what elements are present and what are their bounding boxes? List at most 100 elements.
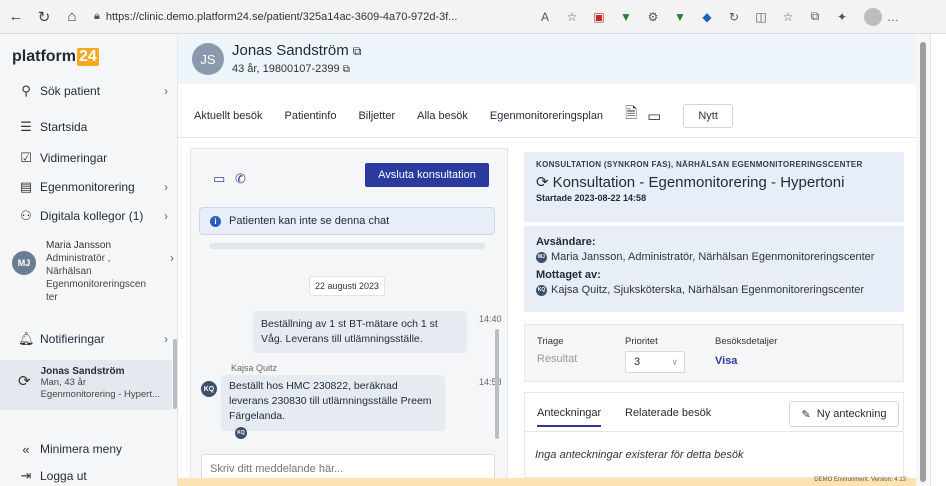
tab-aktuellt-besok[interactable]: Aktuellt besök <box>194 110 262 122</box>
back-icon[interactable]: ← <box>4 5 28 29</box>
favorites-icon[interactable]: ☆ <box>777 6 799 28</box>
chevron-down-icon: ∨ <box>671 356 678 367</box>
favorite-star-icon[interactable]: ☆ <box>561 6 583 28</box>
current-user[interactable]: MJ Maria Jansson Administratör , Närhäls… <box>12 239 174 325</box>
avatar: KQ <box>201 381 217 397</box>
sender-label: Avsändare: <box>536 236 596 248</box>
sidebar-item-vidimeringar[interactable]: ☑ Vidimeringar <box>0 147 178 169</box>
tab-anteckningar[interactable]: Anteckningar <box>537 407 602 427</box>
refresh-ext-icon[interactable]: ↻ <box>723 6 745 28</box>
sidebar-item-notifieringar[interactable]: 🔔︎ Notifieringar › <box>0 328 178 350</box>
chevron-right-icon: › <box>164 209 168 223</box>
sidebar: platform 24 ⚲ Sök patient › ☰ Startsida ☑… <box>0 34 178 486</box>
avatar: MJ <box>12 251 36 275</box>
tab-alla-besok[interactable]: Alla besök <box>417 110 468 122</box>
user-org-line2: Egenmonitoreringscen <box>46 279 147 290</box>
video-icon[interactable]: ▭ <box>647 107 661 125</box>
main-scrollbar-thumb[interactable] <box>920 42 926 482</box>
home-icon[interactable]: ⌂ <box>60 5 84 29</box>
chat-panel: ▭ ✆ Avsluta konsultation i Patienten kan… <box>190 148 508 486</box>
tab-relaterade-besok[interactable]: Relaterade besök <box>625 407 711 419</box>
extensions-icon[interactable]: ✦ <box>831 6 853 28</box>
sidebar-item-label: Startsida <box>40 120 88 134</box>
chat-notice: i Patienten kan inte se denna chat <box>199 207 495 235</box>
end-consultation-button[interactable]: Avsluta konsultation <box>365 163 489 187</box>
read-aloud-icon[interactable]: A <box>534 6 556 28</box>
extension-red-icon[interactable]: ▣ <box>588 6 610 28</box>
reload-icon[interactable]: ↻ <box>32 5 56 29</box>
patient-tabs: Aktuellt besök Patientinfo Biljetter All… <box>178 94 916 138</box>
profile-avatar[interactable] <box>864 7 882 26</box>
priority-label: Prioritet <box>625 336 658 347</box>
new-button[interactable]: Nytt <box>683 103 733 128</box>
priority-select[interactable]: 3 ∨ <box>625 351 685 373</box>
sidebar-item-digitala-kollegor[interactable]: ⚇ Digitala kollegor (1) › <box>0 205 178 227</box>
users-icon: ⚇ <box>20 208 32 223</box>
triage-value: Resultat <box>537 353 578 365</box>
logo-text: platform <box>12 48 76 65</box>
consultation-icon: ⟳ <box>536 174 549 191</box>
chat-scrollbar[interactable] <box>495 329 499 439</box>
copy-icon[interactable]: ⧉ <box>353 44 362 58</box>
active-patient-plan: Egenmonitorering - Hypert... <box>40 389 160 400</box>
demo-environment-bar: DEMO Environment. Version: 4.13 <box>178 477 916 486</box>
collections-icon[interactable]: ⧉ <box>804 6 826 28</box>
tab-patientinfo[interactable]: Patientinfo <box>284 110 336 122</box>
consultation-start: Startade 2023-08-22 14:58 <box>536 193 647 203</box>
logout-label: Logga ut <box>40 469 87 483</box>
logout-button[interactable]: ⇥ Logga ut <box>0 466 178 486</box>
show-details-link[interactable]: Visa <box>715 355 737 367</box>
user-details: Maria Jansson Administratör , Närhälsan … <box>46 239 146 325</box>
patient-name-text: Jonas Sandström <box>232 42 349 59</box>
patient-info: 43 år, 19800107-2399 ⧉ <box>232 63 350 75</box>
extension-gear-icon[interactable]: ⚙ <box>642 6 664 28</box>
search-icon: ⚲ <box>21 83 31 98</box>
chat-message-incoming: Beställt hos HMC 230822, beräknad levera… <box>221 375 445 431</box>
sidebar-item-startsida[interactable]: ☰ Startsida <box>0 116 178 138</box>
consultation-title-text: Konsultation - Egenmonitorering - Hypert… <box>552 173 845 191</box>
active-patient-info: Man, 43 år <box>40 377 86 388</box>
chat-notice-text: Patienten kan inte se denna chat <box>229 215 390 227</box>
avatar: MJ <box>536 251 547 263</box>
triage-label: Triage <box>537 336 564 347</box>
sidebar-scrollbar[interactable] <box>173 339 177 409</box>
platform24-logo[interactable]: platform 24 <box>12 48 99 66</box>
sidebar-item-egenmonitorering[interactable]: ▤ Egenmonitorering › <box>0 176 178 198</box>
extension-blue-icon[interactable]: ◆ <box>696 6 718 28</box>
active-patient-item[interactable]: ⟳ Jonas Sandström Man, 43 år Egenmonitor… <box>0 360 172 410</box>
info-icon: i <box>210 215 221 227</box>
tab-egenmonitoreringsplan[interactable]: Egenmonitoreringsplan <box>490 110 603 122</box>
user-name: Maria Jansson <box>46 240 112 251</box>
extension-green-icon[interactable]: ▼ <box>615 6 637 28</box>
phone-icon[interactable]: ✆ <box>235 171 246 187</box>
receiver-label: Mottaget av: <box>536 269 601 281</box>
list-icon: ☰ <box>20 119 32 134</box>
more-menu-icon[interactable]: … <box>882 6 904 28</box>
chat-message-outgoing: Beställning av 1 st BT-mätare och 1 st V… <box>253 311 467 353</box>
read-receipt-avatar: KQ <box>235 427 247 439</box>
address-bar[interactable]: 🔒︎ https://clinic.demo.platform24.se/pat… <box>94 5 524 29</box>
chat-date: 22 augusti 2023 <box>309 276 385 296</box>
visit-details-label: Besöksdetaljer <box>715 336 778 347</box>
new-note-button[interactable]: ✎ Ny anteckning <box>789 401 899 427</box>
tab-biljetter[interactable]: Biljetter <box>358 110 395 122</box>
logo-badge: 24 <box>77 48 99 66</box>
consultation-subtitle: KONSULTATION (SYNKRON FAS), NÄRHÄLSAN EG… <box>536 160 863 169</box>
split-screen-icon[interactable]: ◫ <box>750 6 772 28</box>
double-chevron-left-icon: « <box>22 441 30 457</box>
active-patient-details: Jonas Sandström Man, 43 år Egenmonitorer… <box>41 366 160 410</box>
monitor-icon: ▤ <box>19 179 33 194</box>
main-scrollbar[interactable] <box>916 34 930 486</box>
sidebar-item-sok-patient[interactable]: ⚲ Sök patient › <box>0 80 178 102</box>
document-search-icon[interactable]: 🗎 <box>625 103 637 128</box>
video-call-icon[interactable]: ▭ <box>213 171 225 187</box>
user-org-line3: ter <box>46 292 58 303</box>
copy-icon[interactable]: ⧉ <box>343 64 350 75</box>
minimize-menu-label: Minimera meny <box>40 442 123 456</box>
sidebar-item-label: Sök patient <box>40 84 101 98</box>
priority-value: 3 <box>634 356 641 368</box>
sidebar-item-label: Digitala kollegor (1) <box>40 209 144 223</box>
user-role: Administratör , <box>46 253 111 264</box>
extension-green2-icon[interactable]: ▼ <box>669 6 691 28</box>
minimize-menu-button[interactable]: « Minimera meny <box>0 438 178 460</box>
